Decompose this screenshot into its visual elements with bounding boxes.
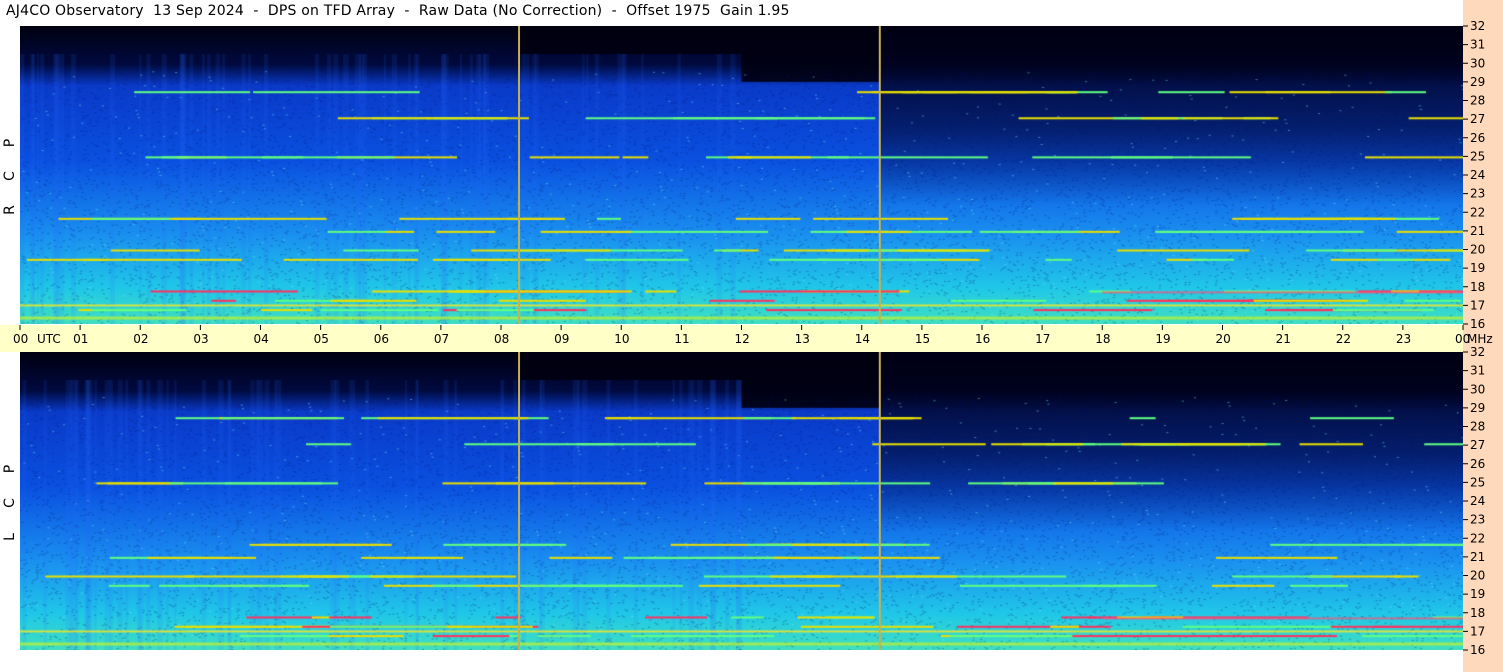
lcp-letter-c: C — [2, 498, 18, 508]
lcp-letter-l: L — [2, 533, 18, 541]
rcp-spectrogram — [20, 26, 1463, 324]
lcp-spectrogram — [20, 352, 1463, 650]
rcp-letter-r: R — [2, 205, 18, 215]
frequency-axis-bar — [1463, 0, 1503, 672]
lcp-letter-p: P — [2, 464, 18, 474]
rcp-letter-p: P — [2, 138, 18, 148]
utc-time-axis-bar — [0, 325, 1463, 352]
rcp-letter-c: C — [2, 171, 18, 181]
chart-title: AJ4CO Observatory 13 Sep 2024 - DPS on T… — [6, 3, 790, 19]
